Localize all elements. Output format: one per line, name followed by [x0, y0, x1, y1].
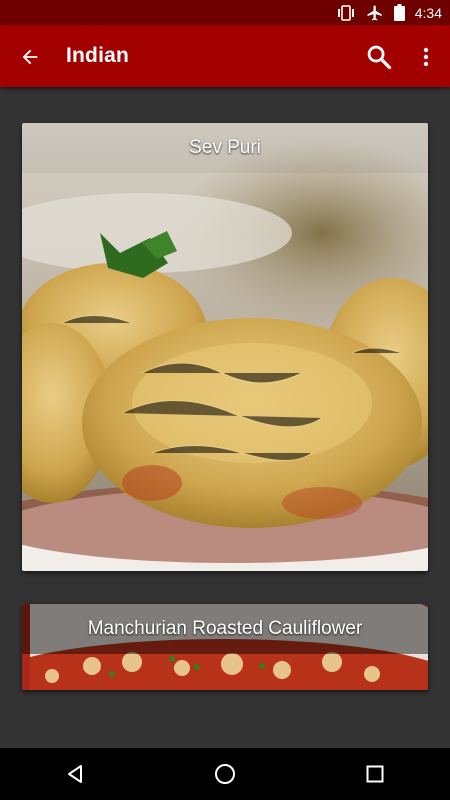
status-time: 4:34	[414, 4, 442, 21]
home-circle-icon	[215, 764, 235, 784]
vibrate-icon	[336, 4, 356, 21]
back-button[interactable]	[14, 41, 46, 73]
recipe-card[interactable]: Manchurian Roasted Cauliflower	[22, 604, 428, 690]
recipe-photo	[22, 123, 428, 571]
back-triangle-icon	[68, 765, 82, 783]
battery-icon	[393, 4, 405, 21]
nav-recents-button[interactable]	[345, 754, 405, 794]
more-vert-icon	[423, 47, 429, 67]
recipe-title: Sev Puri	[22, 123, 428, 173]
airplane-mode-icon	[366, 4, 384, 22]
app-bar: Indian	[0, 25, 450, 87]
search-button[interactable]	[362, 41, 396, 73]
nav-back-button[interactable]	[45, 754, 105, 794]
recipe-title: Manchurian Roasted Cauliflower	[22, 604, 428, 654]
recents-square-icon	[366, 765, 384, 783]
arrow-back-icon	[22, 49, 38, 65]
overflow-menu-button[interactable]	[412, 41, 440, 73]
recipe-list[interactable]: Sev Puri Manchurian Roasted Cauliflower	[0, 87, 450, 748]
nav-home-button[interactable]	[195, 754, 255, 794]
status-bar: 4:34	[0, 0, 450, 25]
recipe-card[interactable]: Sev Puri	[22, 123, 428, 571]
page-title: Indian	[66, 44, 130, 67]
system-nav-bar	[0, 748, 450, 800]
search-icon	[367, 45, 392, 70]
